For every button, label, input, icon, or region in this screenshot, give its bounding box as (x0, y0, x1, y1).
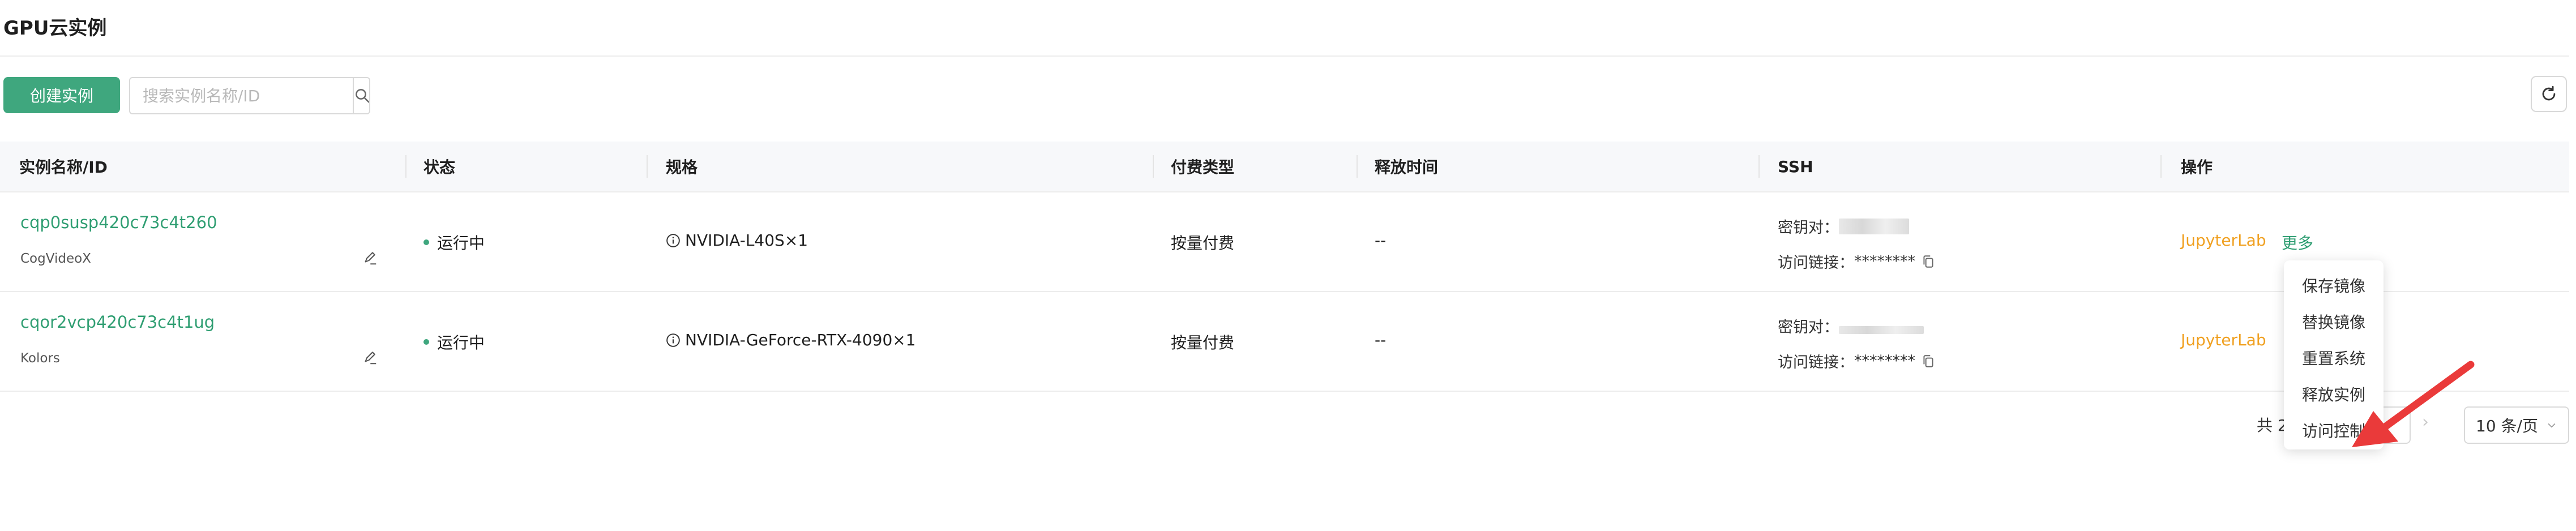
ssh-link-value: ******** (1854, 352, 1915, 370)
column-divider (1758, 155, 1760, 178)
column-header-status: 状态 (423, 158, 456, 177)
more-actions-link[interactable]: 更多 (2282, 231, 2313, 254)
search-box (129, 77, 370, 114)
ssh-link-label: 访问链接： (1778, 354, 1854, 371)
status-dot (423, 339, 429, 345)
release-time: -- (1375, 331, 1387, 349)
ssh-link-label: 访问链接： (1778, 254, 1854, 272)
ssh-key-line: 密钥对： (1778, 315, 1924, 337)
annotation-arrow-icon (2352, 361, 2475, 447)
info-icon (666, 333, 680, 347)
column-divider (647, 155, 648, 178)
table-row: cqor2vcp420c73c4t1ug Kolors 运行中 NVIDIA-G… (0, 291, 2569, 392)
pagination-total: 共 2 (2257, 416, 2288, 435)
jupyterlab-link[interactable]: JupyterLab (2181, 331, 2266, 349)
column-divider (1357, 155, 1358, 178)
search-input[interactable] (130, 78, 353, 113)
ssh-key-line: 密钥对： (1778, 215, 1909, 237)
status-text: 运行中 (437, 234, 485, 252)
menu-item-replace-image[interactable]: 替换镜像 (2302, 310, 2365, 333)
column-header-ssh: SSH (1778, 157, 1813, 176)
spec-cell: NVIDIA-L40S×1 (666, 231, 808, 250)
copy-button[interactable] (1921, 354, 1936, 369)
ssh-link-line: 访问链接： ******** (1778, 350, 1936, 372)
column-header-actions: 操作 (2181, 158, 2213, 177)
billing-type: 按量付费 (1171, 234, 1235, 252)
edit-icon (365, 352, 376, 365)
copy-icon (1923, 354, 1933, 367)
edit-name-button[interactable] (361, 249, 378, 270)
spec-text: NVIDIA-GeForce-RTX-4090×1 (685, 331, 916, 349)
instance-id-link[interactable]: cqp0susp420c73c4t260 (20, 213, 217, 232)
spec-cell: NVIDIA-GeForce-RTX-4090×1 (666, 331, 916, 349)
spec-text: NVIDIA-L40S×1 (685, 231, 808, 250)
column-header-name: 实例名称/ID (19, 158, 108, 177)
ssh-key-label: 密钥对： (1778, 319, 1839, 336)
instance-name: Kolors (20, 351, 60, 366)
table-header: 实例名称/ID 状态 规格 付费类型 释放时间 SSH 操作 (0, 142, 2569, 191)
status-badge: 运行中 (423, 231, 485, 254)
ssh-link-line: 访问链接： ******** (1778, 250, 1936, 272)
ssh-link-value: ******** (1854, 252, 1915, 270)
status-badge: 运行中 (423, 331, 485, 353)
edit-icon (365, 252, 376, 265)
refresh-icon (2542, 85, 2556, 101)
status-text: 运行中 (437, 333, 485, 352)
status-dot (423, 239, 429, 245)
chevron-down-icon (2548, 423, 2556, 428)
instance-table: 实例名称/ID 状态 规格 付费类型 释放时间 SSH 操作 cqp0susp4… (0, 142, 2569, 392)
search-button[interactable] (353, 78, 369, 113)
ssh-key-redacted (1839, 218, 1909, 234)
ssh-key-label: 密钥对： (1778, 219, 1839, 237)
column-divider (1153, 155, 1154, 178)
create-instance-button[interactable]: 创建实例 (3, 77, 120, 113)
column-divider (2160, 155, 2162, 178)
copy-icon (1923, 255, 1933, 268)
jupyterlab-link[interactable]: JupyterLab (2181, 231, 2266, 250)
title-divider (0, 55, 2569, 57)
page-title: GPU云实例 (3, 17, 107, 40)
release-time: -- (1375, 231, 1387, 250)
search-icon (356, 89, 369, 103)
column-header-release: 释放时间 (1375, 158, 1439, 177)
instance-name: CogVideoX (20, 251, 91, 266)
info-icon (666, 233, 680, 247)
column-header-spec: 规格 (666, 158, 698, 177)
billing-type: 按量付费 (1171, 333, 1235, 352)
refresh-button[interactable] (2531, 76, 2567, 112)
column-divider (405, 155, 406, 178)
menu-item-save-image[interactable]: 保存镜像 (2302, 274, 2365, 297)
ssh-key-redacted (1839, 326, 1924, 334)
table-row: cqp0susp420c73c4t260 CogVideoX 运行中 NVIDI… (0, 191, 2569, 291)
edit-name-button[interactable] (361, 349, 378, 370)
copy-button[interactable] (1921, 254, 1936, 269)
page-size-label: 10 条/页 (2476, 417, 2538, 435)
instance-id-link[interactable]: cqor2vcp420c73c4t1ug (20, 312, 215, 332)
column-header-billing: 付费类型 (1171, 158, 1235, 177)
